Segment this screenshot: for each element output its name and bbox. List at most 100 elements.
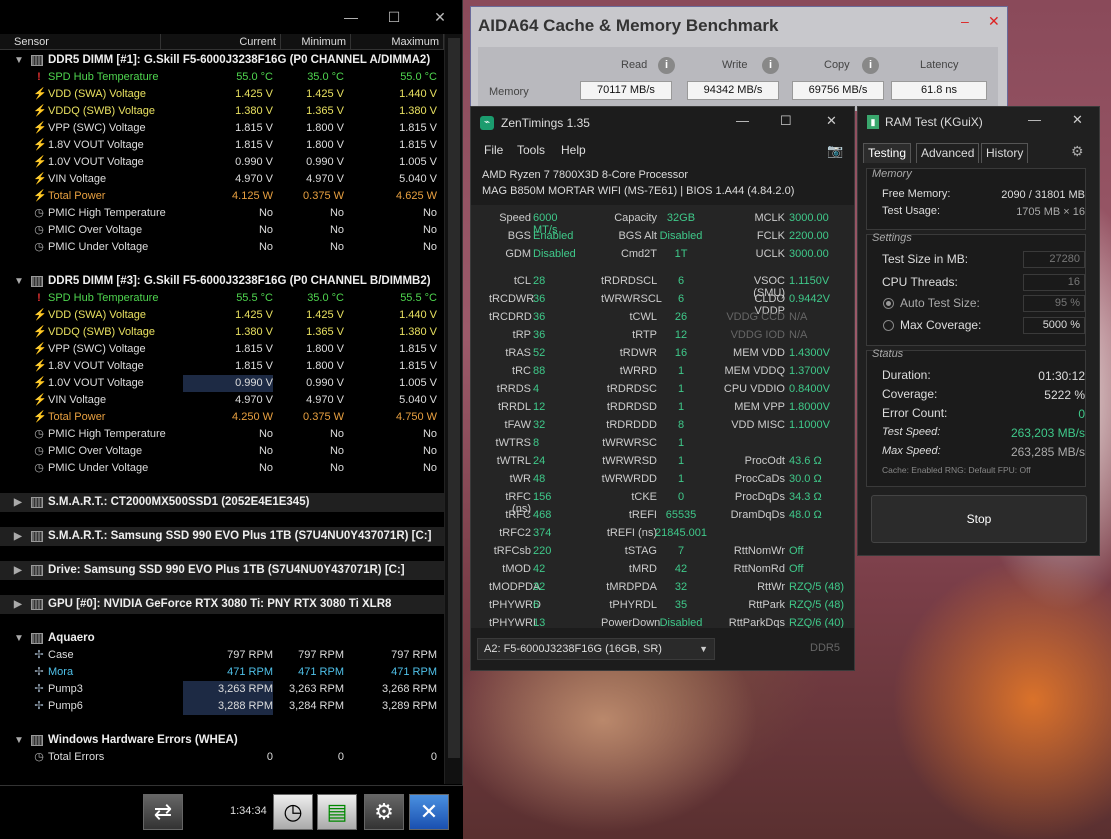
column-sensor[interactable]: Sensor bbox=[0, 34, 161, 49]
column-maximum[interactable]: Maximum bbox=[351, 34, 444, 49]
menu-tools[interactable]: Tools bbox=[517, 143, 545, 157]
sensor-row[interactable]: ✢ Pump3 3,263 RPM 3,263 RPM 3,268 RPM bbox=[0, 681, 444, 698]
sensor-row[interactable]: ◷ PMIC Over Voltage No No No bbox=[0, 443, 444, 460]
sensor-row[interactable]: ⚡ VDD (SWA) Voltage 1.425 V 1.425 V 1.440 V bbox=[0, 86, 444, 103]
module-select[interactable]: A2: F5-6000J3238F16G (16GB, SR) ▼ bbox=[477, 638, 715, 660]
sensor-row[interactable]: ◷ PMIC Over Voltage No No No bbox=[0, 222, 444, 239]
log-file-icon[interactable]: ▤ bbox=[317, 794, 357, 830]
stop-button[interactable]: Stop bbox=[871, 495, 1087, 543]
sensor-group[interactable]: ▼ Aquaero bbox=[0, 629, 444, 648]
sensor-scrollbar[interactable] bbox=[444, 34, 462, 784]
chevron-down-icon[interactable]: ▼ bbox=[14, 51, 24, 70]
sensor-group[interactable]: ▶ GPU [#0]: NVIDIA GeForce RTX 3080 Ti: P… bbox=[0, 595, 444, 614]
sensor-row[interactable]: ⚡ VIN Voltage 4.970 V 4.970 V 5.040 V bbox=[0, 392, 444, 409]
chevron-right-icon[interactable]: ▶ bbox=[14, 493, 22, 512]
clock-icon[interactable]: ◷ bbox=[273, 794, 313, 830]
tab-testing[interactable]: Testing bbox=[863, 143, 912, 163]
timing-value: 1.8000V bbox=[789, 401, 830, 413]
close-icon[interactable]: ✕ bbox=[988, 13, 1000, 30]
timing-label: MEM VDDQ bbox=[724, 365, 786, 377]
chevron-down-icon[interactable]: ▼ bbox=[14, 272, 24, 291]
sensor-row[interactable]: ⚡ VPP (SWC) Voltage 1.815 V 1.800 V 1.815 V bbox=[0, 120, 444, 137]
chip-icon bbox=[31, 497, 43, 508]
maximize-icon[interactable]: ☐ bbox=[780, 113, 792, 129]
sensor-row[interactable]: ✢ Mora 471 RPM 471 RPM 471 RPM bbox=[0, 664, 444, 681]
sensor-current: 1.380 V bbox=[235, 326, 273, 338]
sensor-row[interactable]: ◷ PMIC High Temperature No No No bbox=[0, 426, 444, 443]
chevron-right-icon[interactable]: ▶ bbox=[14, 561, 22, 580]
chevron-right-icon[interactable]: ▶ bbox=[14, 527, 22, 546]
scrollbar-thumb[interactable] bbox=[448, 38, 460, 758]
timing-label: tWR bbox=[509, 473, 531, 485]
free-memory-label: Free Memory: bbox=[882, 188, 951, 200]
minimize-icon[interactable]: — bbox=[336, 6, 366, 28]
close-icon[interactable]: ✕ bbox=[1072, 112, 1083, 128]
column-current[interactable]: Current bbox=[161, 34, 281, 49]
sensor-row[interactable]: ! SPD Hub Temperature 55.5 °C 35.0 °C 55.5 °… bbox=[0, 290, 444, 307]
tab-history[interactable]: History bbox=[981, 143, 1029, 163]
sensor-row[interactable]: ⚡ VIN Voltage 4.970 V 4.970 V 5.040 V bbox=[0, 171, 444, 188]
timing-label: Speed bbox=[499, 212, 531, 224]
max-coverage-radio[interactable] bbox=[883, 320, 894, 331]
minimize-icon[interactable]: – bbox=[961, 13, 969, 29]
clock-icon: ◷ bbox=[34, 445, 44, 457]
sensor-row[interactable]: ⚡ VDD (SWA) Voltage 1.425 V 1.425 V 1.440 V bbox=[0, 307, 444, 324]
maximize-icon[interactable]: ☐ bbox=[379, 6, 409, 28]
test-size-input[interactable]: 27280 bbox=[1023, 251, 1085, 268]
sensor-current: 1.815 V bbox=[235, 139, 273, 151]
sensor-group[interactable]: ▼ Windows Hardware Errors (WHEA) bbox=[0, 731, 444, 750]
sensor-row[interactable]: ◷ Total Errors 0 0 0 bbox=[0, 749, 444, 766]
settings-gear-icon[interactable]: ⚙ bbox=[1071, 143, 1084, 160]
close-sensors-icon[interactable]: ✕ bbox=[409, 794, 449, 830]
sensor-row[interactable]: ◷ PMIC High Temperature No No No bbox=[0, 205, 444, 222]
sensor-row[interactable]: ! SPD Hub Temperature 55.0 °C 35.0 °C 55.0 °… bbox=[0, 69, 444, 86]
test-size-label: Test Size in MB: bbox=[882, 252, 969, 266]
close-icon[interactable]: ✕ bbox=[826, 113, 837, 129]
chevron-down-icon[interactable]: ▼ bbox=[14, 629, 24, 648]
menu-help[interactable]: Help bbox=[561, 143, 586, 157]
sensor-row[interactable]: ⚡ 1.8V VOUT Voltage 1.815 V 1.800 V 1.815 V bbox=[0, 358, 444, 375]
sensor-maximum: 1.815 V bbox=[399, 139, 437, 151]
sensor-row[interactable]: ✢ Pump6 3,288 RPM 3,284 RPM 3,289 RPM bbox=[0, 698, 444, 715]
menu-file[interactable]: File bbox=[484, 143, 503, 157]
sensor-row[interactable]: ✢ Case 797 RPM 797 RPM 797 RPM bbox=[0, 647, 444, 664]
network-icon[interactable]: ⇄ bbox=[143, 794, 183, 830]
memory-section-title: Memory bbox=[872, 168, 912, 180]
sensor-group[interactable]: ▶ S.M.A.R.T.: CT2000MX500SSD1 (2052E4E1E3… bbox=[0, 493, 444, 512]
sensor-row[interactable]: ⚡ Total Power 4.250 W 0.375 W 4.750 W bbox=[0, 409, 444, 426]
timing-value: 156 bbox=[533, 491, 552, 503]
sensor-group[interactable]: ▶ S.M.A.R.T.: Samsung SSD 990 EVO Plus 1T… bbox=[0, 527, 444, 546]
sensor-row[interactable]: ◷ PMIC Under Voltage No No No bbox=[0, 460, 444, 477]
sensor-row[interactable]: ⚡ 1.0V VOUT Voltage 0.990 V 0.990 V 1.005 V bbox=[0, 154, 444, 171]
timing-value: 21845.001 bbox=[655, 527, 707, 539]
chevron-down-icon[interactable]: ▼ bbox=[14, 731, 24, 750]
sensor-row[interactable]: ⚡ VDDQ (SWB) Voltage 1.380 V 1.365 V 1.380 V bbox=[0, 324, 444, 341]
close-icon[interactable]: ✕ bbox=[425, 6, 455, 28]
sensor-group[interactable]: ▼ DDR5 DIMM [#3]: G.Skill F5-6000J3238F16… bbox=[0, 272, 444, 291]
sensor-group[interactable]: ▼ DDR5 DIMM [#1]: G.Skill F5-6000J3238F16… bbox=[0, 51, 444, 70]
sensor-row[interactable]: ⚡ 1.8V VOUT Voltage 1.815 V 1.800 V 1.815 V bbox=[0, 137, 444, 154]
sensor-row[interactable]: ◷ PMIC Under Voltage No No No bbox=[0, 239, 444, 256]
timing-label: DramDqDs bbox=[730, 509, 785, 521]
minimize-icon[interactable]: — bbox=[1028, 112, 1041, 127]
info-icon[interactable]: i bbox=[658, 57, 675, 74]
auto-test-size-radio[interactable] bbox=[883, 298, 894, 309]
cpu-threads-input[interactable]: 16 bbox=[1023, 274, 1085, 291]
sensor-row[interactable]: ⚡ VPP (SWC) Voltage 1.815 V 1.800 V 1.815 V bbox=[0, 341, 444, 358]
sensor-row[interactable]: ⚡ Total Power 4.125 W 0.375 W 4.625 W bbox=[0, 188, 444, 205]
max-coverage-input[interactable]: 5000 % bbox=[1023, 317, 1085, 334]
gear-icon[interactable]: ⚙ bbox=[364, 794, 404, 830]
column-minimum[interactable]: Minimum bbox=[281, 34, 351, 49]
info-icon[interactable]: i bbox=[862, 57, 879, 74]
camera-icon[interactable]: 📷 bbox=[827, 143, 843, 159]
minimize-icon[interactable]: — bbox=[736, 113, 749, 128]
chevron-right-icon[interactable]: ▶ bbox=[14, 595, 22, 614]
info-icon[interactable]: i bbox=[762, 57, 779, 74]
sensor-row[interactable]: ⚡ 1.0V VOUT Voltage 0.990 V 0.990 V 1.005 V bbox=[0, 375, 444, 392]
tab-advanced[interactable]: Advanced bbox=[916, 143, 980, 163]
ddr-type: DDR5 bbox=[810, 642, 840, 654]
sensor-row[interactable]: ⚡ VDDQ (SWB) Voltage 1.380 V 1.365 V 1.380 V bbox=[0, 103, 444, 120]
timing-value: 16 bbox=[674, 347, 688, 359]
sensor-group[interactable]: ▶ Drive: Samsung SSD 990 EVO Plus 1TB (S7… bbox=[0, 561, 444, 580]
auto-test-size-input[interactable]: 95 % bbox=[1023, 295, 1085, 312]
